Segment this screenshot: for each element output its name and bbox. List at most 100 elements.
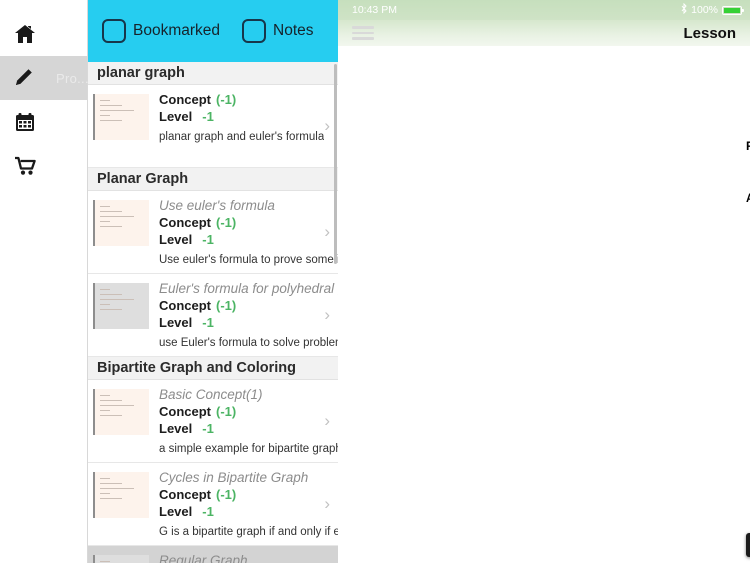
concept-value: (-1) — [216, 215, 237, 230]
concept-value: (-1) — [216, 487, 237, 502]
chevron-right-icon: › — [324, 305, 330, 324]
chevron-right-icon: › — [324, 411, 330, 430]
checkbox-notes[interactable] — [242, 19, 267, 43]
list-item-level: Level -1 — [159, 314, 338, 331]
pencil-icon — [12, 65, 34, 91]
list-item-thumbnail — [93, 94, 149, 140]
rail-item-problems[interactable]: Pro... — [0, 56, 89, 100]
lesson-content: 10:43 PM 100% Lesson Regular Graph In gr… — [338, 0, 750, 563]
battery-icon — [722, 5, 744, 15]
filter-bookmarked-label: Bookmarked — [133, 22, 221, 39]
list-item-level: Level -1 — [159, 108, 324, 125]
status-bar: 10:43 PM 100% — [338, 0, 750, 20]
list-item-body: Regular GraphConcept(-1)Level-1Introduce… — [149, 552, 338, 563]
list-section-header: Bipartite Graph and Coloring — [88, 357, 338, 380]
level-value: -1 — [202, 504, 214, 519]
lesson-line-2: A regular graph with vertices of degree … — [746, 193, 750, 205]
filter-bookmarked[interactable]: Bookmarked — [102, 19, 220, 43]
list-item-title: Euler's formula for polyhedral graph — [159, 281, 338, 296]
app-root: Pro... Bookmarked Notes planar graph Con… — [0, 0, 750, 563]
list-item-title: Basic Concept(1) — [159, 387, 263, 402]
list-filter-bar: Bookmarked Notes — [88, 0, 338, 62]
concept-label: Concept — [159, 215, 211, 230]
list-item-title: Cycles in Bipartite Graph — [159, 470, 309, 485]
concept-label: Concept — [159, 487, 211, 502]
concept-label: Concept — [159, 404, 211, 419]
calendar-icon — [12, 109, 38, 135]
list-item[interactable]: Use euler's formula Concept (-1) Level -1 Use… — [88, 191, 338, 274]
level-value: -1 — [202, 421, 214, 436]
list-item-concept: Concept (-1) — [159, 91, 324, 108]
list-item-concept: Concept (-1) — [159, 214, 338, 231]
list-item-description: a simple example for bipartite graph — [159, 443, 338, 455]
filter-notes[interactable]: Notes — [242, 19, 314, 43]
list-item-thumbnail — [93, 389, 149, 435]
lesson-list[interactable]: planar graph Concept (-1) Level -1 planar gra… — [88, 62, 338, 563]
list-scrollbar[interactable] — [334, 64, 337, 264]
checkbox-bookmarked[interactable] — [102, 19, 126, 43]
list-item-level: Level -1 — [159, 503, 338, 520]
list-item-body: Use euler's formula Concept (-1) Level -1 Use… — [149, 197, 338, 266]
lesson-list-panel: Bookmarked Notes planar graph Concept (-1)… — [88, 0, 338, 563]
concept-value: (-1) — [216, 92, 237, 107]
concept-value: (-1) — [216, 404, 237, 419]
list-item-title: Use euler's formula — [159, 198, 275, 213]
page-title: Lesson — [683, 24, 736, 42]
list-item-thumbnail — [93, 555, 149, 563]
speak-tooltip[interactable]: Speak — [746, 533, 750, 557]
list-item-body: Cycles in Bipartite Graph Concept (-1) Leve… — [149, 469, 338, 538]
list-item-thumbnail — [93, 200, 149, 246]
list-item-title: Regular Graph — [159, 553, 248, 563]
list-item-concept: Concept (-1) — [159, 403, 338, 420]
list-item[interactable]: Concept (-1) Level -1 planar graph and euler… — [88, 85, 338, 168]
list-item-description: Use euler's formula to prove some int... — [159, 254, 338, 266]
status-time: 10:43 PM — [352, 4, 397, 16]
list-item-description: G is a bipartite graph if and only if ea… — [159, 526, 338, 538]
concept-label: Concept — [159, 92, 211, 107]
filter-notes-label: Notes — [273, 22, 314, 39]
list-item[interactable]: Regular GraphConcept(-1)Level-1Introduce… — [88, 546, 338, 563]
level-label: Level — [159, 504, 193, 519]
list-item-thumbnail — [93, 472, 149, 518]
list-item-description: use Euler's formula to solve problem r..… — [159, 337, 338, 349]
list-item-body: Concept (-1) Level -1 planar graph and euler… — [149, 91, 338, 160]
nav-bar: Lesson — [338, 20, 750, 46]
bluetooth-icon — [681, 2, 687, 17]
level-label: Level — [159, 421, 193, 436]
rail-item-problems-label: Pro... — [56, 70, 89, 86]
list-item-thumbnail — [93, 283, 149, 329]
list-item-concept: Concept (-1) — [159, 297, 338, 314]
status-right-group: 100% — [681, 2, 744, 17]
level-label: Level — [159, 232, 193, 247]
lesson-title: Regular Graph — [746, 139, 750, 153]
chevron-right-icon: › — [324, 222, 330, 241]
status-battery-percent: 100% — [691, 4, 718, 16]
list-item-body: Euler's formula for polyhedral graphConc… — [149, 280, 338, 349]
list-item[interactable]: Euler's formula for polyhedral graphConc… — [88, 274, 338, 357]
concept-label: Concept — [159, 298, 211, 313]
level-label: Level — [159, 109, 193, 124]
icon-rail: Pro... — [0, 0, 89, 563]
list-item-level: Level -1 — [159, 420, 338, 437]
chevron-right-icon: › — [324, 494, 330, 513]
cart-icon — [12, 153, 38, 179]
concept-value: (-1) — [216, 298, 237, 313]
list-item[interactable]: Cycles in Bipartite Graph Concept (-1) Leve… — [88, 463, 338, 546]
level-value: -1 — [202, 109, 214, 124]
rail-item-store[interactable] — [0, 144, 87, 188]
level-label: Level — [159, 315, 193, 330]
level-value: -1 — [202, 315, 214, 330]
chevron-right-icon: › — [324, 116, 330, 135]
home-icon — [12, 21, 38, 47]
hamburger-icon[interactable] — [352, 23, 374, 43]
list-item-description: planar graph and euler's formula — [159, 131, 325, 143]
list-section-header: Planar Graph — [88, 168, 338, 191]
list-section-header: planar graph — [88, 62, 338, 85]
list-item-body: Basic Concept(1) Concept (-1) Level -1 a simp… — [149, 386, 338, 455]
rail-item-home[interactable] — [0, 12, 87, 56]
rail-item-calendar[interactable] — [0, 100, 87, 144]
list-item-level: Level -1 — [159, 231, 338, 248]
list-item-concept: Concept (-1) — [159, 486, 338, 503]
list-item[interactable]: Basic Concept(1) Concept (-1) Level -1 a simp… — [88, 380, 338, 463]
level-value: -1 — [202, 232, 214, 247]
